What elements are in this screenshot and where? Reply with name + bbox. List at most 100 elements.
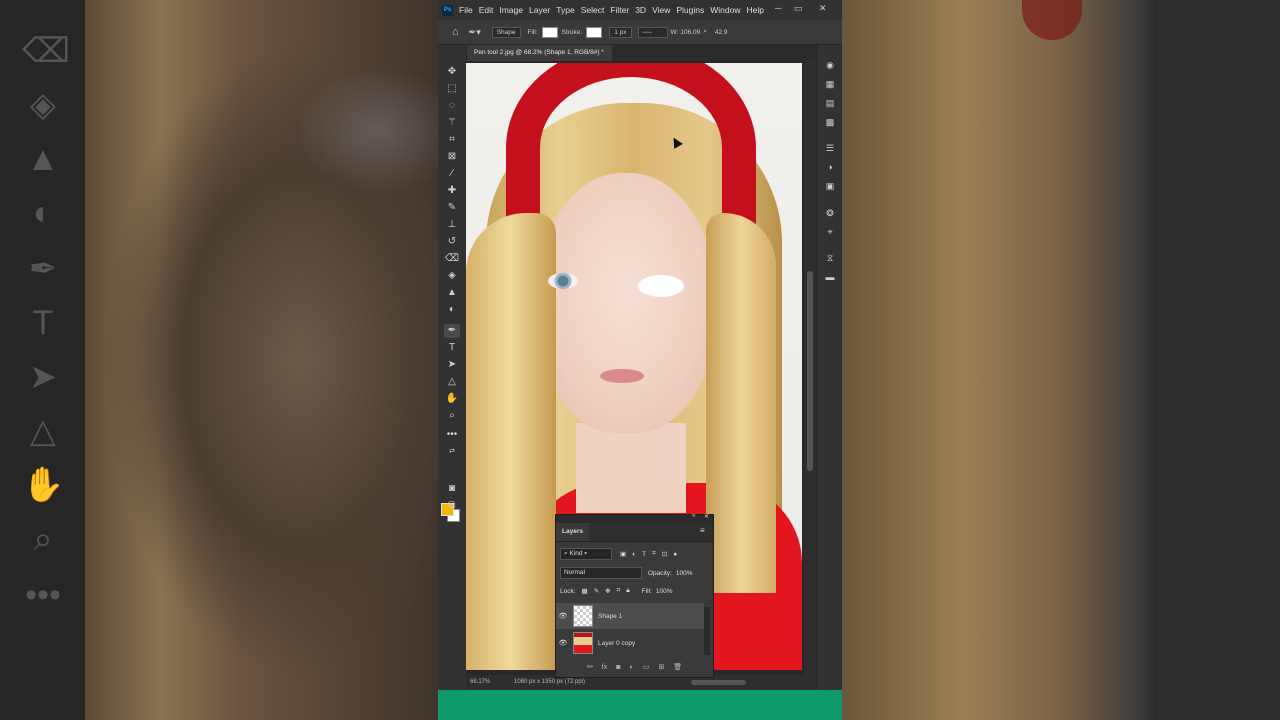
restore-button[interactable]: ▭ <box>794 3 803 14</box>
horizontal-scroll-thumb[interactable] <box>691 680 746 685</box>
close-button[interactable]: ✕ <box>819 3 827 14</box>
layer-name[interactable]: Shape 1 <box>598 613 622 620</box>
marquee-icon[interactable]: ⬚ <box>444 82 460 96</box>
adjustments-icon[interactable]: ◑ <box>824 161 836 173</box>
opacity-input[interactable]: 100% <box>676 570 693 577</box>
quick-mask-icon[interactable]: ◙ <box>444 482 460 496</box>
move-icon[interactable]: ✥ <box>444 65 460 79</box>
pen-tool-preset-icon[interactable]: ✒▾ <box>469 27 481 38</box>
kind-filter-select[interactable]: ⌕ Kind ▾ <box>560 548 612 560</box>
paint-bucket-icon[interactable]: ◈ <box>444 269 460 283</box>
properties-icon[interactable]: ☰ <box>824 142 836 154</box>
patterns-icon[interactable]: ▩ <box>824 116 836 128</box>
menu-file[interactable]: File <box>459 5 473 15</box>
tool-mode-select[interactable]: Shape <box>491 26 521 38</box>
healing-brush-icon[interactable]: ✚ <box>444 184 460 198</box>
visibility-eye-icon[interactable]: 👁︎ <box>556 612 570 620</box>
clone-stamp-icon[interactable]: ⊥ <box>444 218 460 232</box>
frame-icon[interactable]: ⊠ <box>444 150 460 164</box>
lock-pixels-icon[interactable]: ✎ <box>594 587 599 595</box>
menu-plugins[interactable]: Plugins <box>676 5 704 15</box>
filter-smart-object-icon[interactable]: ⊡ <box>662 550 667 558</box>
close-panel-icon[interactable]: ✕ <box>704 513 709 520</box>
filter-type-icon[interactable]: T <box>642 551 646 558</box>
gradients-icon[interactable]: ▤ <box>824 97 836 109</box>
filter-shape-icon[interactable]: ⌗ <box>652 550 656 558</box>
link-layers-icon[interactable]: ⚯ <box>587 663 593 671</box>
layers-scrollbar[interactable] <box>704 607 710 655</box>
layer-row-layer-0-copy[interactable]: 👁︎ Layer 0 copy <box>556 630 704 656</box>
swap-colors-icon[interactable]: ⇄ <box>444 445 460 459</box>
more-icon[interactable]: ••• <box>444 428 460 442</box>
width-input[interactable]: 106.09 <box>680 29 700 36</box>
layers-tab[interactable]: Layers <box>556 523 589 541</box>
menu-window[interactable]: Window <box>710 5 740 15</box>
crop-icon[interactable]: ⌗ <box>444 133 460 147</box>
collapse-panel-icon[interactable]: « <box>692 513 695 519</box>
new-layer-icon[interactable]: ⊞ <box>658 663 664 671</box>
eyedropper-icon[interactable]: ⁄ <box>444 167 460 181</box>
vertical-scroll-thumb[interactable] <box>807 271 813 471</box>
blur-icon[interactable]: ▲ <box>444 286 460 300</box>
lasso-icon[interactable]: ◌ <box>444 99 460 113</box>
menu-select[interactable]: Select <box>581 5 605 15</box>
channels-icon[interactable]: ❂ <box>824 207 836 219</box>
fill-swatch[interactable] <box>541 26 558 38</box>
menu-layer[interactable]: Layer <box>529 5 550 15</box>
lock-transparent-icon[interactable]: ▩ <box>582 587 588 595</box>
panel-menu-icon[interactable]: ≡ <box>700 526 705 535</box>
pen-icon[interactable]: ✒ <box>444 324 460 338</box>
stroke-type-select[interactable]: ── <box>637 26 668 38</box>
lock-position-icon[interactable]: ✥ <box>605 587 610 595</box>
menu-image[interactable]: Image <box>499 5 523 15</box>
comments-icon[interactable]: ▬ <box>824 271 836 283</box>
history-icon[interactable]: ⧖ <box>824 252 836 264</box>
paths-icon[interactable]: ⌖ <box>824 226 836 238</box>
menu-3d[interactable]: 3D <box>635 5 646 15</box>
zoom-icon[interactable]: ⌕ <box>444 409 460 423</box>
layer-name[interactable]: Layer 0 copy <box>598 640 635 647</box>
vertical-scrollbar[interactable] <box>804 61 816 675</box>
blend-mode-select[interactable]: Normal <box>560 567 642 579</box>
document-tab[interactable]: Pen tool 2.jpg @ 68.2% (Shape 1, RGB/8#)… <box>466 45 612 61</box>
fx-icon[interactable]: fx <box>602 664 607 671</box>
type-icon[interactable]: T <box>444 341 460 355</box>
filter-pixel-icon[interactable]: ▣ <box>620 550 626 558</box>
menu-filter[interactable]: Filter <box>610 5 629 15</box>
delete-layer-icon[interactable]: 🗑︎ <box>673 663 682 671</box>
minimize-button[interactable]: ─ <box>775 3 781 13</box>
dodge-icon[interactable]: ◐ <box>444 303 460 317</box>
menu-type[interactable]: Type <box>556 5 574 15</box>
brush-icon[interactable]: ✎ <box>444 201 460 215</box>
search-icon[interactable]: ⌕ <box>703 28 707 36</box>
filter-adjustment-icon[interactable]: ◐ <box>632 551 636 558</box>
menu-view[interactable]: View <box>652 5 670 15</box>
screen-mode-icon[interactable]: ⧉ <box>444 499 460 513</box>
eraser-icon[interactable]: ⌫ <box>444 252 460 266</box>
magic-wand-icon[interactable]: ⚚ <box>444 116 460 130</box>
stroke-swatch[interactable] <box>586 26 603 38</box>
new-group-icon[interactable]: ▭ <box>643 663 650 671</box>
lock-artboard-icon[interactable]: ⌗ <box>617 587 621 595</box>
swatches-icon[interactable]: ▦ <box>824 78 836 90</box>
add-mask-icon[interactable]: ◙ <box>616 664 620 671</box>
zoom-input[interactable]: 42.9 <box>715 29 728 36</box>
home-icon[interactable]: ⌂ <box>452 26 459 38</box>
color-icon[interactable]: ◉ <box>824 59 836 71</box>
new-adjustment-icon[interactable]: ◐ <box>629 664 633 671</box>
layers-panel-titlebar[interactable]: « ✕ <box>556 513 713 523</box>
menu-edit[interactable]: Edit <box>479 5 494 15</box>
history-brush-icon[interactable]: ↺ <box>444 235 460 249</box>
hand-icon[interactable]: ✋ <box>444 392 460 406</box>
shape-icon[interactable]: △ <box>444 375 460 389</box>
path-selection-icon[interactable]: ➤ <box>444 358 460 372</box>
status-zoom[interactable]: 68.17% <box>470 675 490 690</box>
visibility-eye-icon[interactable]: 👁︎ <box>556 639 570 647</box>
filter-toggle-icon[interactable]: ● <box>673 551 677 558</box>
white-eye-shape[interactable] <box>638 275 684 297</box>
fill-input[interactable]: 100% <box>656 588 673 595</box>
lock-all-icon[interactable]: 🔒︎ <box>626 587 629 595</box>
libraries-icon[interactable]: ▣ <box>824 180 836 192</box>
layer-row-shape-1[interactable]: 👁︎ Shape 1 <box>556 603 704 629</box>
menu-help[interactable]: Help <box>746 5 763 15</box>
